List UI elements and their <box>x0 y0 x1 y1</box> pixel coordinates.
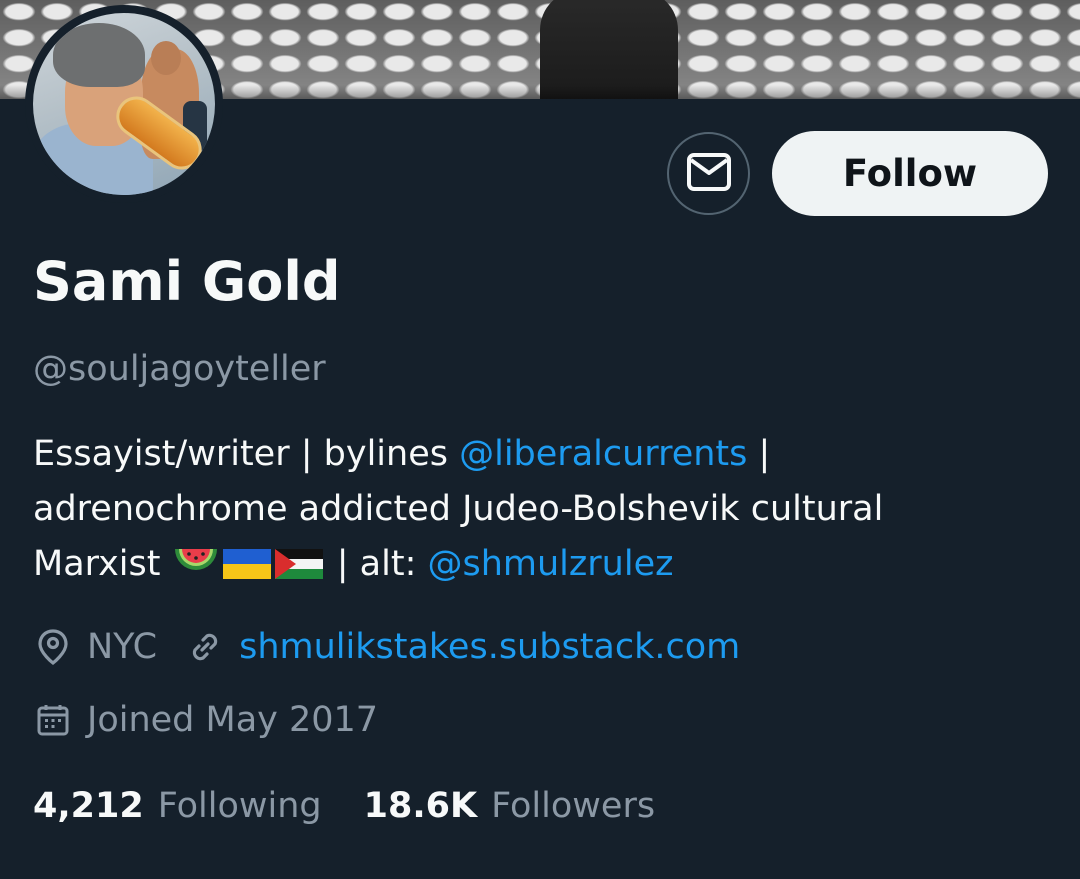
profile-handle: @souljagoyteller <box>33 349 326 389</box>
link-icon <box>185 627 225 667</box>
follow-button[interactable]: Follow <box>772 131 1048 216</box>
mail-icon <box>686 152 732 195</box>
following-label: Following <box>157 786 322 826</box>
follow-stats: 4,212 Following 18.6K Followers <box>33 786 655 826</box>
location-pin-icon <box>33 627 73 667</box>
profile-name: Sami Gold <box>33 250 341 313</box>
website-link[interactable]: shmulikstakes.substack.com <box>239 627 740 667</box>
avatar[interactable] <box>25 5 223 203</box>
profile-meta-joined: Joined May 2017 <box>33 700 378 740</box>
profile-meta-location-website: NYC shmulikstakes.substack.com <box>33 627 740 667</box>
mention-liberalcurrents[interactable]: @liberalcurrents <box>459 434 747 474</box>
watermelon-emoji <box>172 543 220 598</box>
following-count: 4,212 <box>33 786 144 826</box>
followers-stat[interactable]: 18.6K Followers <box>364 786 655 826</box>
profile-bio: Essayist/writer | bylines @liberalcurren… <box>33 427 1043 598</box>
following-stat[interactable]: 4,212 Following <box>33 786 322 826</box>
followers-label: Followers <box>491 786 656 826</box>
avatar-photo <box>33 13 215 195</box>
message-button[interactable] <box>667 132 750 215</box>
followers-count: 18.6K <box>363 786 478 826</box>
mention-shmulzrulez[interactable]: @shmulzrulez <box>427 544 673 584</box>
location-text: NYC <box>87 627 158 667</box>
ukraine-flag-emoji <box>222 543 272 598</box>
palestine-flag-emoji <box>274 543 324 598</box>
joined-date: Joined May 2017 <box>87 700 379 740</box>
calendar-icon <box>33 700 73 740</box>
